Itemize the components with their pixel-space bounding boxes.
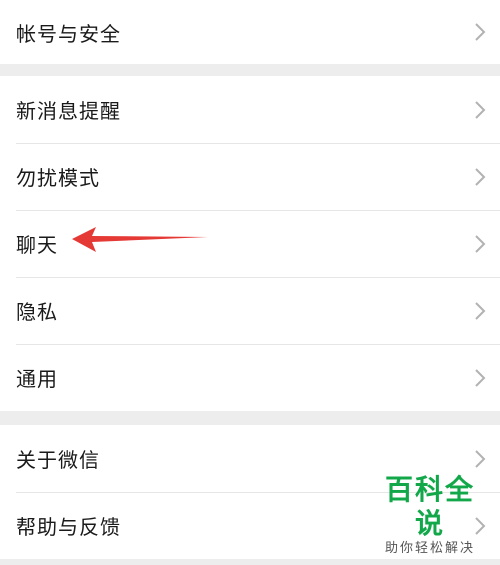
settings-item-do-not-disturb[interactable]: 勿扰模式 — [0, 143, 500, 210]
chevron-right-icon — [475, 167, 486, 186]
chevron-right-icon — [475, 368, 486, 387]
settings-item-new-message-notify[interactable]: 新消息提醒 — [0, 76, 500, 143]
settings-item-general[interactable]: 通用 — [0, 344, 500, 411]
chevron-right-icon — [475, 301, 486, 320]
settings-item-account-security[interactable]: 帐号与安全 — [0, 0, 500, 64]
settings-group-account: 帐号与安全 — [0, 0, 500, 64]
settings-item-label: 关于微信 — [16, 448, 100, 472]
settings-item-label: 新消息提醒 — [16, 99, 121, 123]
red-arrow-icon — [72, 227, 208, 252]
settings-item-privacy[interactable]: 隐私 — [0, 277, 500, 344]
chevron-right-icon — [475, 23, 486, 41]
chevron-right-icon — [475, 449, 486, 468]
watermark-subtitle: 助你轻松解决 — [384, 541, 475, 556]
watermark-title: 百科全说 — [384, 473, 475, 540]
chevron-right-icon — [475, 100, 486, 119]
settings-item-label: 隐私 — [16, 300, 58, 324]
settings-item-label: 帐号与安全 — [16, 21, 121, 46]
watermark: 百科全说 助你轻松解决 — [374, 473, 486, 557]
settings-item-label: 勿扰模式 — [16, 166, 100, 190]
settings-item-label: 通用 — [16, 367, 58, 391]
settings-item-label: 聊天 — [16, 233, 58, 257]
chevron-right-icon — [475, 234, 486, 253]
settings-item-label: 帮助与反馈 — [16, 515, 121, 539]
